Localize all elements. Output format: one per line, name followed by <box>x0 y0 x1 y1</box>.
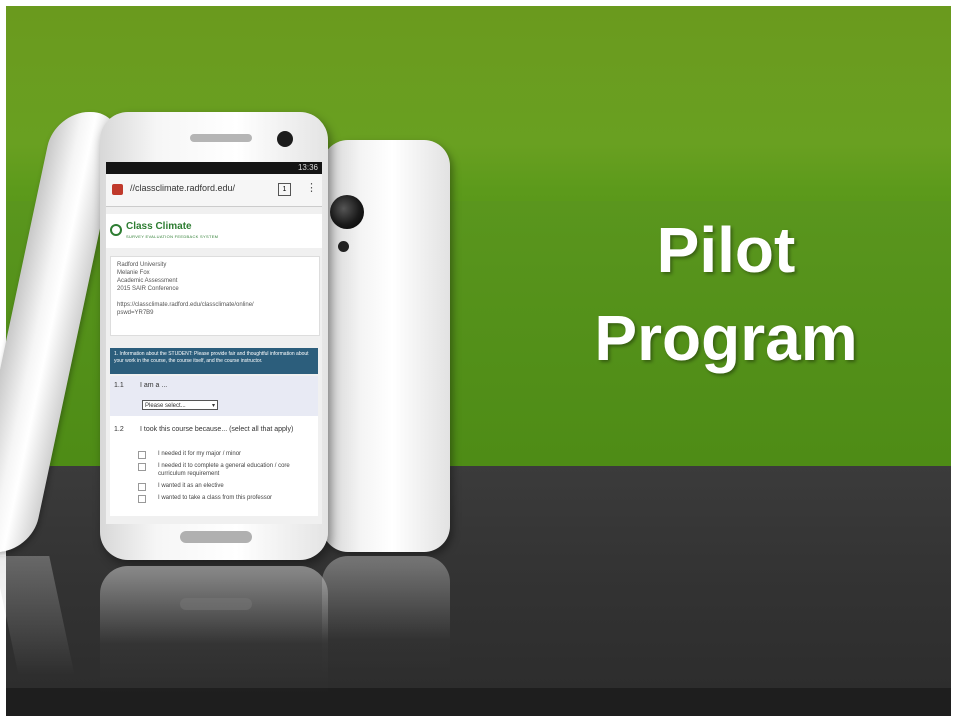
checkbox[interactable] <box>138 451 146 459</box>
slide: Pilot Program 13:36 //classclimate.radfo… <box>0 0 957 722</box>
front-phone-reflection <box>100 566 328 696</box>
info-line: pswd=YR7B9 <box>117 310 154 316</box>
side-phone-image <box>0 112 125 552</box>
question-number: 1.1 <box>114 382 124 389</box>
back-phone-reflection <box>322 556 450 676</box>
info-line: Academic Assessment <box>117 278 178 284</box>
favicon-icon <box>112 184 123 195</box>
front-camera-icon <box>277 131 293 147</box>
question-1-1: 1.1 I am a ... Please select... ▾ <box>110 376 318 416</box>
class-climate-logo: Class Climate SURVEY EVALUATION FEEDBACK… <box>106 214 322 248</box>
info-line: Radford University <box>117 262 167 268</box>
tabs-icon: 1 <box>278 183 291 196</box>
checkbox[interactable] <box>138 483 146 491</box>
select-value: Please select... <box>145 403 186 409</box>
checkbox[interactable] <box>138 463 146 471</box>
camera-lens-icon <box>330 195 364 229</box>
logo-tagline: SURVEY EVALUATION FEEDBACK SYSTEM <box>126 234 219 239</box>
browser-url-bar: //classclimate.radford.edu/ 1 ⋮ <box>106 174 322 207</box>
question-number: 1.2 <box>114 426 124 433</box>
section-header: 1. Information about the STUDENT: Please… <box>110 348 318 374</box>
url-text: //classclimate.radford.edu/ <box>130 183 236 193</box>
camera-flash-icon <box>338 241 349 252</box>
question-text: I am a ... <box>140 382 168 389</box>
home-button-reflection <box>180 598 252 610</box>
question-area: 1.1 I am a ... Please select... ▾ 1.2 I … <box>110 376 318 516</box>
logo-name: Class Climate <box>126 221 192 232</box>
vertical-ellipsis-icon: ⋮ <box>306 182 317 194</box>
logo-mark-icon <box>110 224 122 236</box>
title-line-2: Program <box>594 302 858 374</box>
status-time: 13:36 <box>297 163 318 172</box>
option-label: I needed it for my major / minor <box>158 451 242 457</box>
option-label: I wanted it as an elective <box>158 483 224 489</box>
title-line-1: Pilot <box>656 214 796 286</box>
survey-info-box: Radford University Melanie Fox Academic … <box>110 256 320 336</box>
question-text: I took this course because... (select al… <box>140 426 294 433</box>
chevron-down-icon: ▾ <box>211 403 215 409</box>
option-label: I needed it to complete a general educat… <box>158 463 290 477</box>
info-line: Melanie Fox <box>117 270 150 276</box>
option-label: I wanted to take a class from this profe… <box>158 495 273 501</box>
status-bar: 13:36 <box>106 162 322 174</box>
info-line: 2015 SAIR Conference <box>117 286 179 292</box>
slide-title: Pilot Program <box>526 206 926 382</box>
role-select[interactable]: Please select... ▾ <box>142 400 218 410</box>
home-button <box>180 531 252 543</box>
info-line: https://classclimate.radford.edu/classcl… <box>117 302 254 308</box>
checkbox[interactable] <box>138 495 146 503</box>
phone-screen: 13:36 //classclimate.radford.edu/ 1 ⋮ Cl… <box>106 162 322 524</box>
phone-speaker <box>190 134 252 142</box>
